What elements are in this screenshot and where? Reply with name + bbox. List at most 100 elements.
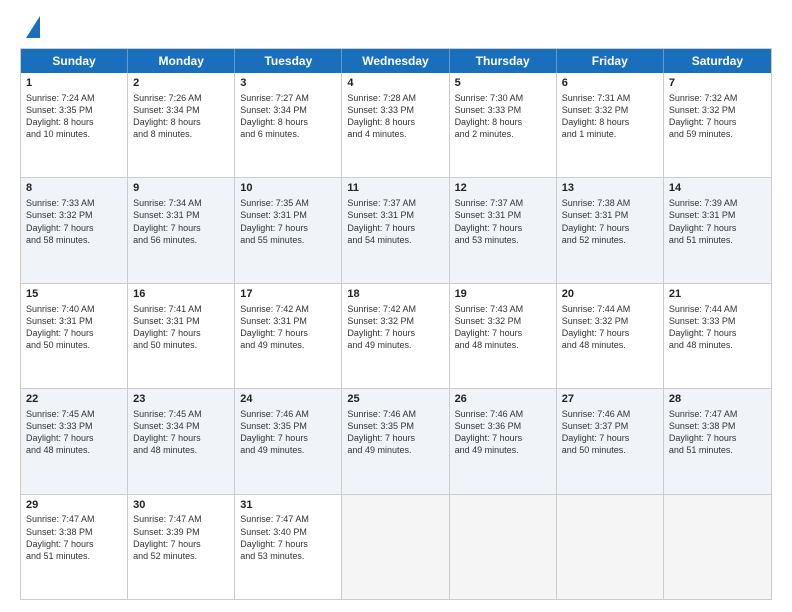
day-info-line: Sunrise: 7:24 AM <box>26 92 122 104</box>
day-info-line: Sunrise: 7:32 AM <box>669 92 766 104</box>
calendar-cell-2: 2Sunrise: 7:26 AMSunset: 3:34 PMDaylight… <box>128 73 235 177</box>
day-info-line: Sunset: 3:31 PM <box>133 209 229 221</box>
calendar-cell-26: 26Sunrise: 7:46 AMSunset: 3:36 PMDayligh… <box>450 389 557 493</box>
calendar-cell-27: 27Sunrise: 7:46 AMSunset: 3:37 PMDayligh… <box>557 389 664 493</box>
calendar-cell-8: 8Sunrise: 7:33 AMSunset: 3:32 PMDaylight… <box>21 178 128 282</box>
day-info-line: and 53 minutes. <box>455 234 551 246</box>
calendar-row-1: 1Sunrise: 7:24 AMSunset: 3:35 PMDaylight… <box>21 73 771 177</box>
day-info-line: Daylight: 7 hours <box>562 327 658 339</box>
day-number: 29 <box>26 498 122 513</box>
calendar-row-4: 22Sunrise: 7:45 AMSunset: 3:33 PMDayligh… <box>21 388 771 493</box>
weekday-header-friday: Friday <box>557 49 664 73</box>
day-info-line: and 50 minutes. <box>133 339 229 351</box>
day-info-line: Sunrise: 7:35 AM <box>240 197 336 209</box>
day-info-line: Sunrise: 7:34 AM <box>133 197 229 209</box>
calendar-body: 1Sunrise: 7:24 AMSunset: 3:35 PMDaylight… <box>21 73 771 599</box>
day-info-line: Sunset: 3:35 PM <box>347 420 443 432</box>
calendar: SundayMondayTuesdayWednesdayThursdayFrid… <box>20 48 772 600</box>
day-info-line: Sunrise: 7:26 AM <box>133 92 229 104</box>
day-info-line: Daylight: 8 hours <box>133 116 229 128</box>
calendar-row-2: 8Sunrise: 7:33 AMSunset: 3:32 PMDaylight… <box>21 177 771 282</box>
day-info-line: Sunrise: 7:27 AM <box>240 92 336 104</box>
day-info-line: Sunrise: 7:47 AM <box>669 408 766 420</box>
day-info-line: Daylight: 7 hours <box>133 222 229 234</box>
day-number: 13 <box>562 181 658 196</box>
day-info-line: Daylight: 7 hours <box>240 222 336 234</box>
day-info-line: and 55 minutes. <box>240 234 336 246</box>
day-number: 30 <box>133 498 229 513</box>
day-info-line: Sunrise: 7:44 AM <box>669 303 766 315</box>
calendar-cell-4: 4Sunrise: 7:28 AMSunset: 3:33 PMDaylight… <box>342 73 449 177</box>
page: SundayMondayTuesdayWednesdayThursdayFrid… <box>0 0 792 612</box>
calendar-cell-29: 29Sunrise: 7:47 AMSunset: 3:38 PMDayligh… <box>21 495 128 599</box>
calendar-cell-empty-5 <box>557 495 664 599</box>
day-info-line: Sunset: 3:39 PM <box>133 526 229 538</box>
day-info-line: Sunrise: 7:40 AM <box>26 303 122 315</box>
day-info-line: Daylight: 7 hours <box>240 327 336 339</box>
day-info-line: Daylight: 8 hours <box>455 116 551 128</box>
day-info-line: and 58 minutes. <box>26 234 122 246</box>
day-info-line: Daylight: 7 hours <box>562 222 658 234</box>
day-number: 10 <box>240 181 336 196</box>
day-info-line: Daylight: 7 hours <box>26 222 122 234</box>
day-info-line: Daylight: 7 hours <box>455 432 551 444</box>
day-info-line: Daylight: 8 hours <box>240 116 336 128</box>
day-info-line: Sunrise: 7:47 AM <box>26 513 122 525</box>
day-info-line: Sunrise: 7:42 AM <box>347 303 443 315</box>
day-info-line: Daylight: 7 hours <box>133 538 229 550</box>
day-number: 4 <box>347 76 443 91</box>
calendar-cell-24: 24Sunrise: 7:46 AMSunset: 3:35 PMDayligh… <box>235 389 342 493</box>
calendar-cell-9: 9Sunrise: 7:34 AMSunset: 3:31 PMDaylight… <box>128 178 235 282</box>
day-info-line: Sunset: 3:31 PM <box>455 209 551 221</box>
day-info-line: Daylight: 7 hours <box>26 327 122 339</box>
day-info-line: Sunset: 3:34 PM <box>240 104 336 116</box>
day-number: 3 <box>240 76 336 91</box>
day-info-line: Daylight: 7 hours <box>347 432 443 444</box>
calendar-row-3: 15Sunrise: 7:40 AMSunset: 3:31 PMDayligh… <box>21 283 771 388</box>
day-number: 2 <box>133 76 229 91</box>
day-info-line: Daylight: 7 hours <box>669 116 766 128</box>
weekday-header-saturday: Saturday <box>664 49 771 73</box>
day-info-line: and 50 minutes. <box>562 444 658 456</box>
day-info-line: Daylight: 7 hours <box>347 222 443 234</box>
day-info-line: Sunset: 3:32 PM <box>26 209 122 221</box>
day-info-line: Daylight: 8 hours <box>562 116 658 128</box>
calendar-cell-5: 5Sunrise: 7:30 AMSunset: 3:33 PMDaylight… <box>450 73 557 177</box>
day-number: 23 <box>133 392 229 407</box>
day-info-line: Daylight: 7 hours <box>455 222 551 234</box>
calendar-cell-11: 11Sunrise: 7:37 AMSunset: 3:31 PMDayligh… <box>342 178 449 282</box>
day-info-line: and 54 minutes. <box>347 234 443 246</box>
day-info-line: Sunset: 3:33 PM <box>455 104 551 116</box>
day-info-line: and 8 minutes. <box>133 128 229 140</box>
day-info-line: and 50 minutes. <box>26 339 122 351</box>
header <box>20 16 772 38</box>
calendar-cell-10: 10Sunrise: 7:35 AMSunset: 3:31 PMDayligh… <box>235 178 342 282</box>
day-info-line: Sunrise: 7:38 AM <box>562 197 658 209</box>
day-info-line: Sunrise: 7:45 AM <box>26 408 122 420</box>
day-info-line: Sunset: 3:32 PM <box>562 315 658 327</box>
day-info-line: and 6 minutes. <box>240 128 336 140</box>
day-info-line: and 53 minutes. <box>240 550 336 562</box>
day-info-line: Daylight: 7 hours <box>669 432 766 444</box>
day-info-line: Daylight: 7 hours <box>240 538 336 550</box>
day-number: 24 <box>240 392 336 407</box>
day-info-line: and 1 minute. <box>562 128 658 140</box>
day-info-line: Sunset: 3:36 PM <box>455 420 551 432</box>
day-info-line: Sunrise: 7:46 AM <box>347 408 443 420</box>
calendar-cell-28: 28Sunrise: 7:47 AMSunset: 3:38 PMDayligh… <box>664 389 771 493</box>
day-number: 1 <box>26 76 122 91</box>
day-info-line: Sunrise: 7:39 AM <box>669 197 766 209</box>
day-number: 21 <box>669 287 766 302</box>
day-number: 26 <box>455 392 551 407</box>
logo-triangle-icon <box>26 16 40 38</box>
day-info-line: Sunrise: 7:30 AM <box>455 92 551 104</box>
day-info-line: Sunrise: 7:37 AM <box>455 197 551 209</box>
weekday-header-thursday: Thursday <box>450 49 557 73</box>
weekday-header-sunday: Sunday <box>21 49 128 73</box>
calendar-cell-31: 31Sunrise: 7:47 AMSunset: 3:40 PMDayligh… <box>235 495 342 599</box>
day-info-line: Sunrise: 7:42 AM <box>240 303 336 315</box>
calendar-cell-15: 15Sunrise: 7:40 AMSunset: 3:31 PMDayligh… <box>21 284 128 388</box>
calendar-cell-12: 12Sunrise: 7:37 AMSunset: 3:31 PMDayligh… <box>450 178 557 282</box>
day-info-line: Sunset: 3:31 PM <box>133 315 229 327</box>
calendar-cell-18: 18Sunrise: 7:42 AMSunset: 3:32 PMDayligh… <box>342 284 449 388</box>
